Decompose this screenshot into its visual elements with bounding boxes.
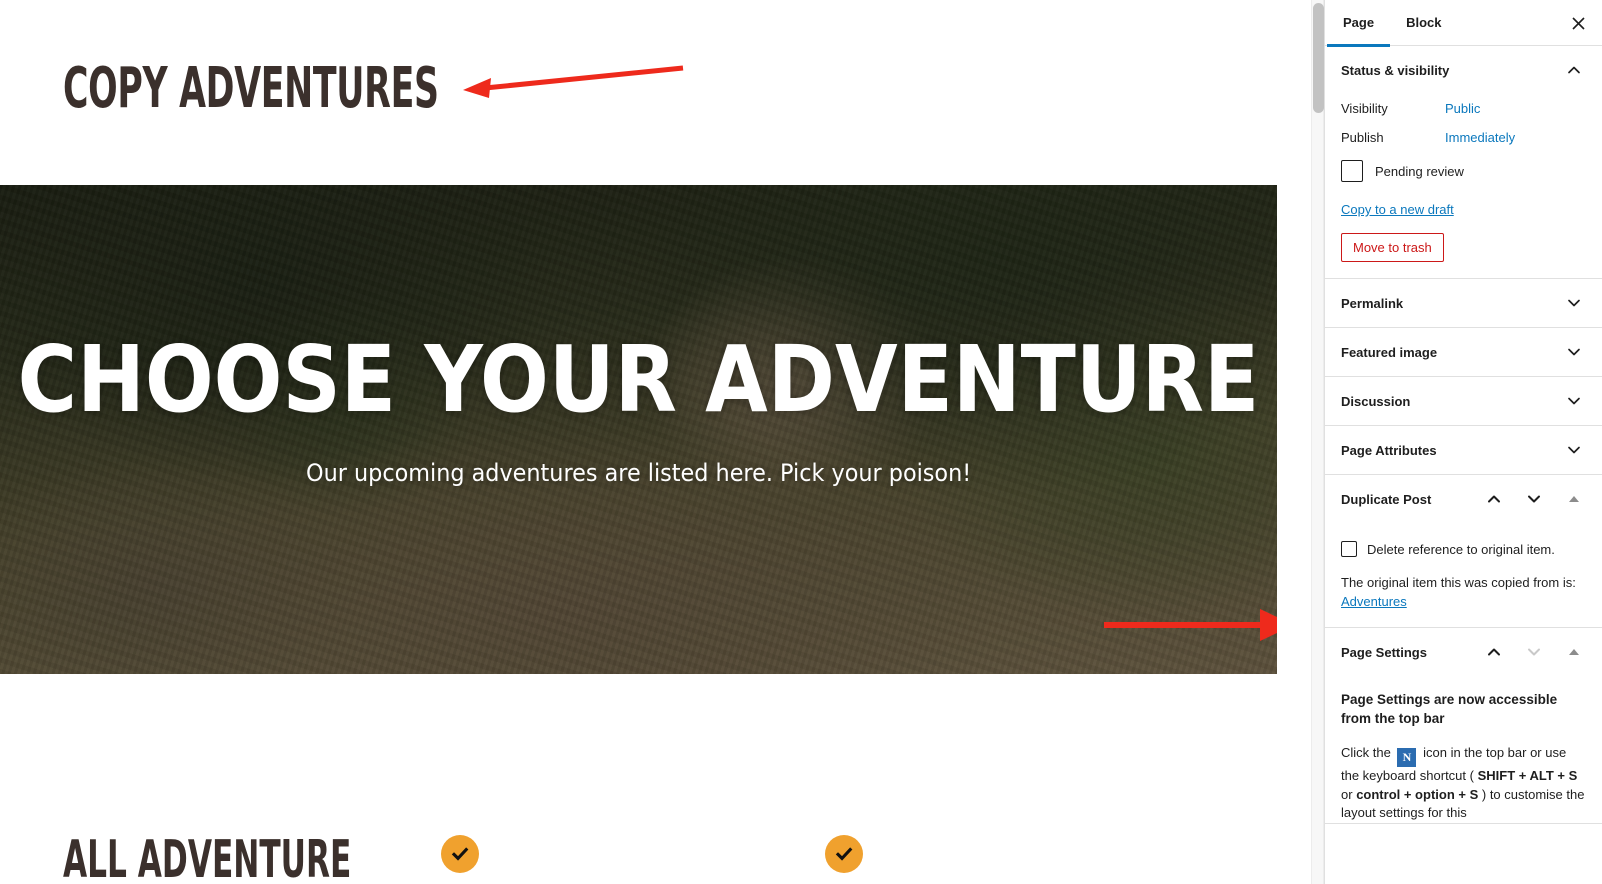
publish-label: Publish	[1341, 130, 1384, 145]
tab-block[interactable]: Block	[1390, 0, 1457, 46]
panel-permalink: Permalink	[1325, 279, 1602, 328]
delete-reference-label: Delete reference to original item.	[1367, 541, 1555, 557]
panel-duplicate-post-body: Delete reference to original item. The o…	[1325, 523, 1602, 627]
cover-subheading[interactable]: Our upcoming adventures are listed here.…	[306, 458, 971, 488]
panel-featured-image-header[interactable]: Featured image	[1325, 328, 1602, 376]
panel-status-visibility-header[interactable]: Status & visibility	[1325, 46, 1602, 94]
duplicate-post-original-note: The original item this was copied from i…	[1341, 573, 1586, 611]
chevron-down-icon[interactable]	[1562, 340, 1586, 364]
chevron-down-icon[interactable]	[1562, 291, 1586, 315]
row-visibility: Visibility Public	[1341, 94, 1586, 123]
notice-text-part-1: Click the	[1341, 745, 1391, 760]
panel-featured-image: Featured image	[1325, 328, 1602, 377]
panel-featured-image-title: Featured image	[1341, 344, 1438, 360]
panel-page-attributes-title: Page Attributes	[1341, 442, 1437, 458]
move-up-icon[interactable]	[1482, 487, 1506, 511]
panel-page-settings-body: Page Settings are now accessible from th…	[1325, 676, 1602, 823]
check-icon	[835, 847, 853, 861]
move-down-icon-disabled	[1522, 640, 1546, 664]
panel-duplicate-post: Duplicate Post Delete reference to origi…	[1325, 475, 1602, 628]
settings-sidebar: Page Block Status & visibility Visibilit…	[1324, 0, 1602, 884]
copy-to-new-draft-link[interactable]: Copy to a new draft	[1341, 202, 1454, 217]
check-icon	[451, 847, 469, 861]
editor-canvas[interactable]: COPY ADVENTURES CHOOSE YOUR ADVENTURE Ou…	[0, 0, 1302, 884]
panel-permalink-title: Permalink	[1341, 295, 1404, 311]
panel-duplicate-post-title: Duplicate Post	[1341, 491, 1432, 507]
duplicate-post-note-text: The original item this was copied from i…	[1341, 575, 1576, 590]
move-up-icon[interactable]	[1482, 640, 1506, 664]
annotation-arrow-to-title	[463, 65, 684, 98]
collapse-triangle-icon[interactable]	[1562, 487, 1586, 511]
cover-heading[interactable]: CHOOSE YOUR ADVENTURE	[18, 331, 1260, 428]
panel-permalink-header[interactable]: Permalink	[1325, 279, 1602, 327]
newspack-n-icon: N	[1397, 748, 1417, 767]
move-to-trash-button[interactable]: Move to trash	[1341, 233, 1444, 262]
delete-reference-checkbox[interactable]	[1341, 541, 1357, 557]
editor-scrollbar-track[interactable]	[1311, 0, 1324, 884]
chevron-down-icon[interactable]	[1562, 389, 1586, 413]
cover-block[interactable]: CHOOSE YOUR ADVENTURE Our upcoming adven…	[0, 185, 1277, 674]
shortcut-mac: control + option + S	[1356, 786, 1479, 802]
editor-scrollbar-thumb[interactable]	[1313, 3, 1324, 113]
check-badge-1	[441, 835, 479, 873]
panel-duplicate-post-header[interactable]: Duplicate Post	[1325, 475, 1602, 523]
wordpress-block-editor: COPY ADVENTURES CHOOSE YOUR ADVENTURE Ou…	[0, 0, 1602, 884]
shortcut-windows: SHIFT + ALT + S	[1477, 768, 1578, 783]
visibility-value-button[interactable]: Public	[1445, 101, 1480, 116]
panel-discussion-header[interactable]: Discussion	[1325, 377, 1602, 425]
publish-value-button[interactable]: Immediately	[1445, 130, 1515, 145]
post-title[interactable]: COPY ADVENTURES	[63, 58, 439, 120]
chevron-down-icon[interactable]	[1562, 438, 1586, 462]
panel-page-settings: Page Settings Page Settings are now acce…	[1325, 628, 1602, 824]
panel-discussion: Discussion	[1325, 377, 1602, 426]
panel-status-visibility: Status & visibility Visibility Public Pu…	[1325, 46, 1602, 279]
visibility-label: Visibility	[1341, 101, 1388, 116]
cover-content: CHOOSE YOUR ADVENTURE Our upcoming adven…	[0, 185, 1277, 674]
check-badge-2	[825, 835, 863, 873]
row-delete-reference: Delete reference to original item.	[1341, 533, 1586, 563]
row-publish: Publish Immediately	[1341, 123, 1586, 152]
panel-page-attributes-header[interactable]: Page Attributes	[1325, 426, 1602, 474]
panel-status-visibility-body: Visibility Public Publish Immediately Pe…	[1325, 94, 1602, 278]
collapse-triangle-icon[interactable]	[1562, 640, 1586, 664]
sidebar-tabs: Page Block	[1325, 0, 1602, 47]
panel-page-settings-header[interactable]: Page Settings	[1325, 628, 1602, 676]
close-icon	[1571, 16, 1585, 30]
panel-page-attributes: Page Attributes	[1325, 426, 1602, 475]
panel-status-visibility-title: Status & visibility	[1341, 62, 1450, 78]
pending-review-label: Pending review	[1375, 163, 1464, 179]
panel-page-settings-title: Page Settings	[1341, 644, 1427, 660]
row-pending-review: Pending review	[1341, 152, 1586, 188]
tab-page[interactable]: Page	[1327, 0, 1391, 47]
section-heading-all-adventure[interactable]: ALL ADVENTURE	[63, 832, 351, 884]
page-settings-notice-heading: Page Settings are now accessible from th…	[1341, 692, 1558, 726]
pending-review-checkbox[interactable]	[1341, 160, 1363, 182]
close-sidebar-button[interactable]	[1564, 9, 1592, 37]
page-settings-notice-body: Click the N icon in the top bar or use t…	[1341, 744, 1586, 823]
chevron-up-icon[interactable]	[1562, 58, 1586, 82]
move-down-icon[interactable]	[1522, 487, 1546, 511]
notice-text-part-3: or	[1341, 786, 1353, 802]
canvas-right-gutter	[1277, 0, 1302, 884]
original-item-link[interactable]: Adventures	[1341, 594, 1407, 609]
panel-discussion-title: Discussion	[1341, 393, 1411, 409]
